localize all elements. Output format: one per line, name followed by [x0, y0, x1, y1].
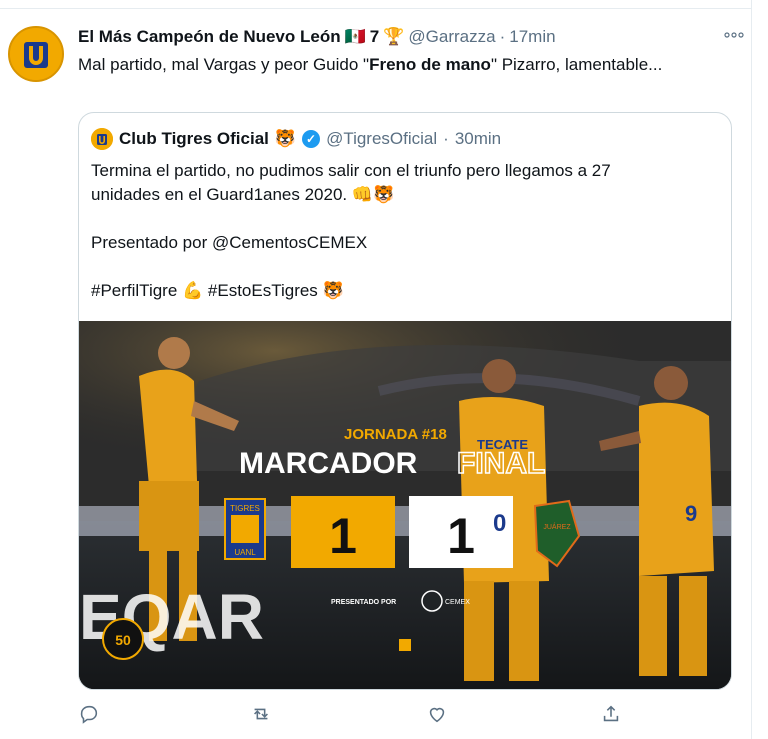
tigres-logo-icon — [10, 28, 62, 80]
tweet-time[interactable]: 17min — [509, 27, 555, 47]
tigres-logo-icon — [91, 128, 113, 150]
retweet-icon[interactable] — [250, 703, 276, 729]
like-icon[interactable] — [426, 703, 452, 729]
away-badge-text: JUÁREZ — [543, 522, 571, 531]
quoted-header: Club Tigres Oficial 🐯 ✓ @TigresOficial ·… — [91, 127, 501, 151]
jersey-number-left: 0 — [493, 510, 506, 537]
reply-icon[interactable] — [78, 703, 104, 729]
author-name[interactable]: El Más Campeón de Nuevo León — [78, 27, 341, 47]
author-avatar[interactable] — [8, 26, 64, 82]
quoted-line-1: Termina el partido, no pudimos salir con… — [91, 161, 611, 180]
match-result-image[interactable]: EQAR JORNADA #18 MARCADOR FINAL 1 1 TIGR… — [79, 321, 731, 689]
quoted-line-3[interactable]: Presentado por @CementosCEMEX — [91, 231, 711, 255]
tweet-text-after: " Pizarro, lamentable... — [490, 55, 663, 74]
more-options-icon[interactable] — [724, 26, 744, 44]
author-handle[interactable]: @Garrazza — [408, 27, 495, 47]
tweet-text: Mal partido, mal Vargas y peor Guido "Fr… — [78, 53, 718, 76]
tweet-actions — [78, 703, 638, 729]
tweet-text-before: Mal partido, mal Vargas y peor Guido " — [78, 55, 370, 74]
tweet-text-bold: Freno de mano — [369, 55, 491, 74]
jersey-number-right: 9 — [685, 501, 697, 526]
share-icon[interactable] — [600, 703, 626, 729]
away-score: 1 — [447, 508, 475, 564]
jersey-text: TECATE — [477, 437, 528, 452]
quoted-avatar[interactable] — [91, 128, 113, 150]
match-graphic: EQAR JORNADA #18 MARCADOR FINAL 1 1 TIGR… — [79, 321, 731, 689]
quoted-text: Termina el partido, no pudimos salir con… — [91, 159, 711, 303]
home-badge-sub: UANL — [234, 548, 256, 557]
badge-50-text: 50 — [115, 632, 131, 648]
tweet-header: El Más Campeón de Nuevo León 🇲🇽 7 🏆 @Gar… — [78, 26, 738, 48]
title-marcador: MARCADOR — [239, 447, 418, 480]
quoted-author-name[interactable]: Club Tigres Oficial — [119, 129, 269, 149]
sponsor-label: PRESENTADO POR — [331, 599, 396, 606]
quoted-time[interactable]: 30min — [455, 129, 501, 149]
home-score: 1 — [329, 508, 357, 564]
quoted-handle[interactable]: @TigresOficial — [326, 129, 437, 149]
small-u-logo-icon — [399, 639, 411, 651]
home-badge-text: TIGRES — [230, 504, 260, 513]
trophy-icon: 🏆 — [383, 27, 405, 46]
right-divider — [751, 0, 752, 739]
author-name-suffix: 7 — [369, 27, 380, 46]
tiger-emoji-icon: 🐯 — [274, 129, 297, 148]
top-divider — [0, 8, 752, 9]
mexico-flag-icon: 🇲🇽 — [344, 27, 366, 46]
quoted-line-4[interactable]: #PerfilTigre 💪 #EstoEsTigres 🐯 — [91, 279, 711, 303]
quoted-tweet[interactable]: Club Tigres Oficial 🐯 ✓ @TigresOficial ·… — [78, 112, 732, 690]
separator-dot: · — [499, 27, 506, 46]
jornada-label: JORNADA #18 — [344, 426, 447, 443]
separator-dot: · — [443, 129, 449, 148]
sponsor-name: CEMEX — [445, 599, 470, 606]
verified-icon: ✓ — [302, 130, 321, 148]
quoted-line-2: unidades en el Guard1anes 2020. 👊🐯 — [91, 185, 395, 204]
tigres-badge-icon: TIGRES UANL — [224, 498, 266, 560]
